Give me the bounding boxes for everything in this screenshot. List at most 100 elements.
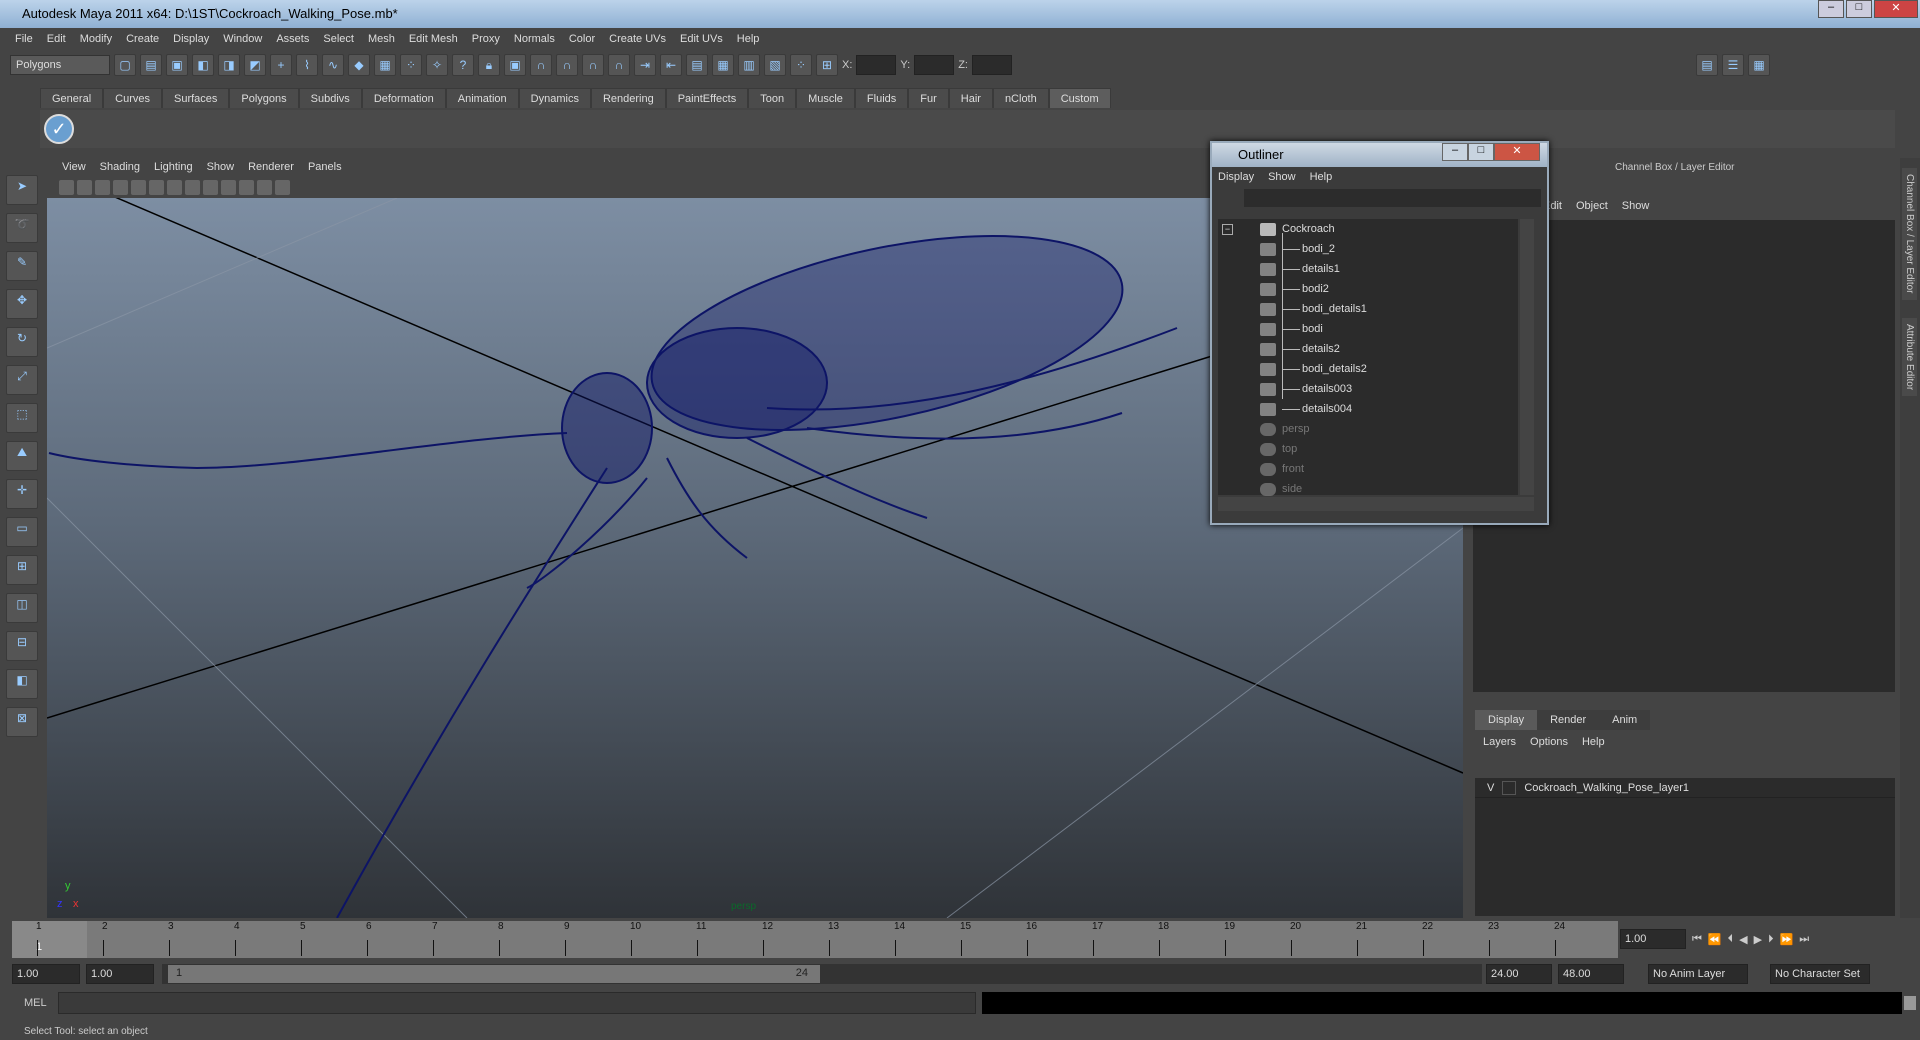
snap-point-icon[interactable]: ∿ bbox=[322, 54, 344, 76]
outliner-item[interactable]: bodi_details1 bbox=[1218, 299, 1518, 319]
outliner-menu-display[interactable]: Display bbox=[1218, 171, 1254, 183]
outliner-minimize-button[interactable]: – bbox=[1442, 143, 1468, 161]
menu-edit-mesh[interactable]: Edit Mesh bbox=[402, 30, 465, 49]
menu-normals[interactable]: Normals bbox=[507, 30, 562, 49]
backface-icon[interactable] bbox=[275, 180, 290, 195]
xray-icon[interactable] bbox=[239, 180, 254, 195]
shelf-tab-ncloth[interactable]: nCloth bbox=[992, 88, 1049, 108]
snap-grid-icon[interactable]: + bbox=[270, 54, 292, 76]
shelf-tab-toon[interactable]: Toon bbox=[748, 88, 797, 108]
grid-icon[interactable] bbox=[131, 180, 146, 195]
transform-mode-icon[interactable]: ⊞ bbox=[816, 54, 838, 76]
shelf-tab-curves[interactable]: Curves bbox=[103, 88, 162, 108]
menu-assets[interactable]: Assets bbox=[269, 30, 316, 49]
lights-icon[interactable] bbox=[203, 180, 218, 195]
construction-history-icon[interactable]: ▤ bbox=[686, 54, 708, 76]
last-tool-icon[interactable]: ✛ bbox=[6, 479, 38, 509]
outliner-menu-show[interactable]: Show bbox=[1268, 171, 1296, 183]
close-button[interactable]: ✕ bbox=[1874, 0, 1918, 18]
layer-tab-anim[interactable]: Anim bbox=[1599, 710, 1651, 730]
layer-menu-options[interactable]: Options bbox=[1530, 736, 1568, 748]
image-plane-icon[interactable] bbox=[113, 180, 128, 195]
go-to-start-icon[interactable]: ⏮ bbox=[1692, 933, 1702, 946]
scale-tool-icon[interactable]: ⤢ bbox=[6, 365, 38, 395]
outliner-vertical-scrollbar[interactable] bbox=[1520, 219, 1534, 495]
shelf-tab-deformation[interactable]: Deformation bbox=[361, 88, 446, 108]
outliner-item[interactable]: bodi2 bbox=[1218, 279, 1518, 299]
layer-row[interactable]: V Cockroach_Walking_Pose_layer1 bbox=[1475, 778, 1895, 798]
render-view-icon[interactable]: ▦ bbox=[712, 54, 734, 76]
outliner-item[interactable]: bodi bbox=[1218, 319, 1518, 339]
outliner-menu-help[interactable]: Help bbox=[1310, 171, 1333, 183]
menu-window[interactable]: Window bbox=[216, 30, 269, 49]
layer-visibility-toggle[interactable]: V bbox=[1487, 782, 1494, 794]
step-back-icon[interactable]: ⏴ bbox=[1728, 933, 1734, 946]
outliner-horizontal-scrollbar[interactable] bbox=[1218, 497, 1534, 511]
outliner-item[interactable]: details1 bbox=[1218, 259, 1518, 279]
snap-plane-icon[interactable]: ◆ bbox=[348, 54, 370, 76]
play-forward-icon[interactable]: ▶ bbox=[1754, 933, 1762, 946]
step-forward-icon[interactable]: ⏵ bbox=[1768, 933, 1774, 946]
menu-display[interactable]: Display bbox=[166, 30, 216, 49]
step-forward-key-icon[interactable]: ⏩ bbox=[1780, 933, 1794, 946]
channel-menu-show[interactable]: Show bbox=[1622, 200, 1650, 212]
magnet-icon[interactable]: ∩ bbox=[530, 54, 552, 76]
viewport-menu-view[interactable]: View bbox=[55, 158, 93, 177]
menu-edit[interactable]: Edit bbox=[40, 30, 73, 49]
outliner-close-button[interactable]: ✕ bbox=[1494, 143, 1540, 161]
shelf-tab-dynamics[interactable]: Dynamics bbox=[518, 88, 591, 108]
layout-single-icon[interactable]: ▭ bbox=[6, 517, 38, 547]
side-tab-channel-box[interactable]: Channel Box / Layer Editor bbox=[1902, 168, 1917, 300]
render-icon[interactable]: ▣ bbox=[504, 54, 526, 76]
menu-modify[interactable]: Modify bbox=[73, 30, 119, 49]
menu-select[interactable]: Select bbox=[316, 30, 361, 49]
select-tool-icon[interactable]: ➤ bbox=[6, 175, 38, 205]
maximize-button[interactable]: □ bbox=[1846, 0, 1872, 18]
save-scene-icon[interactable]: ▣ bbox=[166, 54, 188, 76]
current-time-field[interactable]: 1.00 bbox=[1620, 929, 1686, 949]
help-icon[interactable]: ? bbox=[452, 54, 474, 76]
shelf-tab-subdivs[interactable]: Subdivs bbox=[298, 88, 362, 108]
step-back-key-icon[interactable]: ⏪ bbox=[1708, 933, 1722, 946]
layer-menu-layers[interactable]: Layers bbox=[1483, 736, 1516, 748]
start-time-field[interactable]: 1.00 bbox=[12, 964, 80, 984]
viewport-menu-panels[interactable]: Panels bbox=[301, 158, 349, 177]
snap-curve-icon[interactable]: ⌇ bbox=[296, 54, 318, 76]
outliner-maximize-button[interactable]: □ bbox=[1468, 143, 1494, 161]
outliner-filter-input[interactable] bbox=[1244, 189, 1541, 207]
z-field[interactable] bbox=[971, 55, 1012, 75]
script-editor-icon[interactable] bbox=[1904, 996, 1916, 1010]
checkmark-icon[interactable]: ✓ bbox=[44, 114, 74, 144]
shadows-icon[interactable] bbox=[221, 180, 236, 195]
textured-icon[interactable] bbox=[185, 180, 200, 195]
lasso-tool-icon[interactable]: ➰ bbox=[6, 213, 38, 243]
outliner-item[interactable]: details004 bbox=[1218, 399, 1518, 419]
magnet-point-icon[interactable]: ∩ bbox=[582, 54, 604, 76]
layer-tab-display[interactable]: Display bbox=[1475, 710, 1538, 730]
outliner-item-camera[interactable]: side bbox=[1218, 479, 1518, 499]
outliner-item[interactable]: bodi_details2 bbox=[1218, 359, 1518, 379]
ipr-render-icon[interactable]: ▧ bbox=[764, 54, 786, 76]
outliner-item-camera[interactable]: persp bbox=[1218, 419, 1518, 439]
menu-create-uvs[interactable]: Create UVs bbox=[602, 30, 673, 49]
paint-select-icon[interactable]: ✎ bbox=[6, 251, 38, 281]
side-tab-attribute-editor[interactable]: Attribute Editor bbox=[1902, 318, 1917, 397]
layer-tab-render[interactable]: Render bbox=[1537, 710, 1600, 730]
range-slider[interactable]: 1 24 bbox=[168, 965, 820, 983]
y-field[interactable] bbox=[914, 55, 955, 75]
history-icon[interactable]: ✧ bbox=[426, 54, 448, 76]
outliner-item-cockroach[interactable]: − Cockroach bbox=[1218, 219, 1518, 239]
end-time-field[interactable]: 48.00 bbox=[1558, 964, 1624, 984]
shelf-tab-muscle[interactable]: Muscle bbox=[796, 88, 855, 108]
mel-input[interactable] bbox=[58, 992, 976, 1014]
minimize-button[interactable]: – bbox=[1818, 0, 1844, 18]
live-surface-icon[interactable]: ⁘ bbox=[400, 54, 422, 76]
outliner-item[interactable]: details2 bbox=[1218, 339, 1518, 359]
outliner-item[interactable]: bodi_2 bbox=[1218, 239, 1518, 259]
layout-persp-graph-icon[interactable]: ⊟ bbox=[6, 631, 38, 661]
snap-view-icon[interactable]: ▦ bbox=[374, 54, 396, 76]
go-to-end-icon[interactable]: ⏭ bbox=[1799, 933, 1809, 946]
render-frame-icon[interactable]: ▥ bbox=[738, 54, 760, 76]
menu-mesh[interactable]: Mesh bbox=[361, 30, 402, 49]
layout-side-icon[interactable]: ◫ bbox=[6, 593, 38, 623]
